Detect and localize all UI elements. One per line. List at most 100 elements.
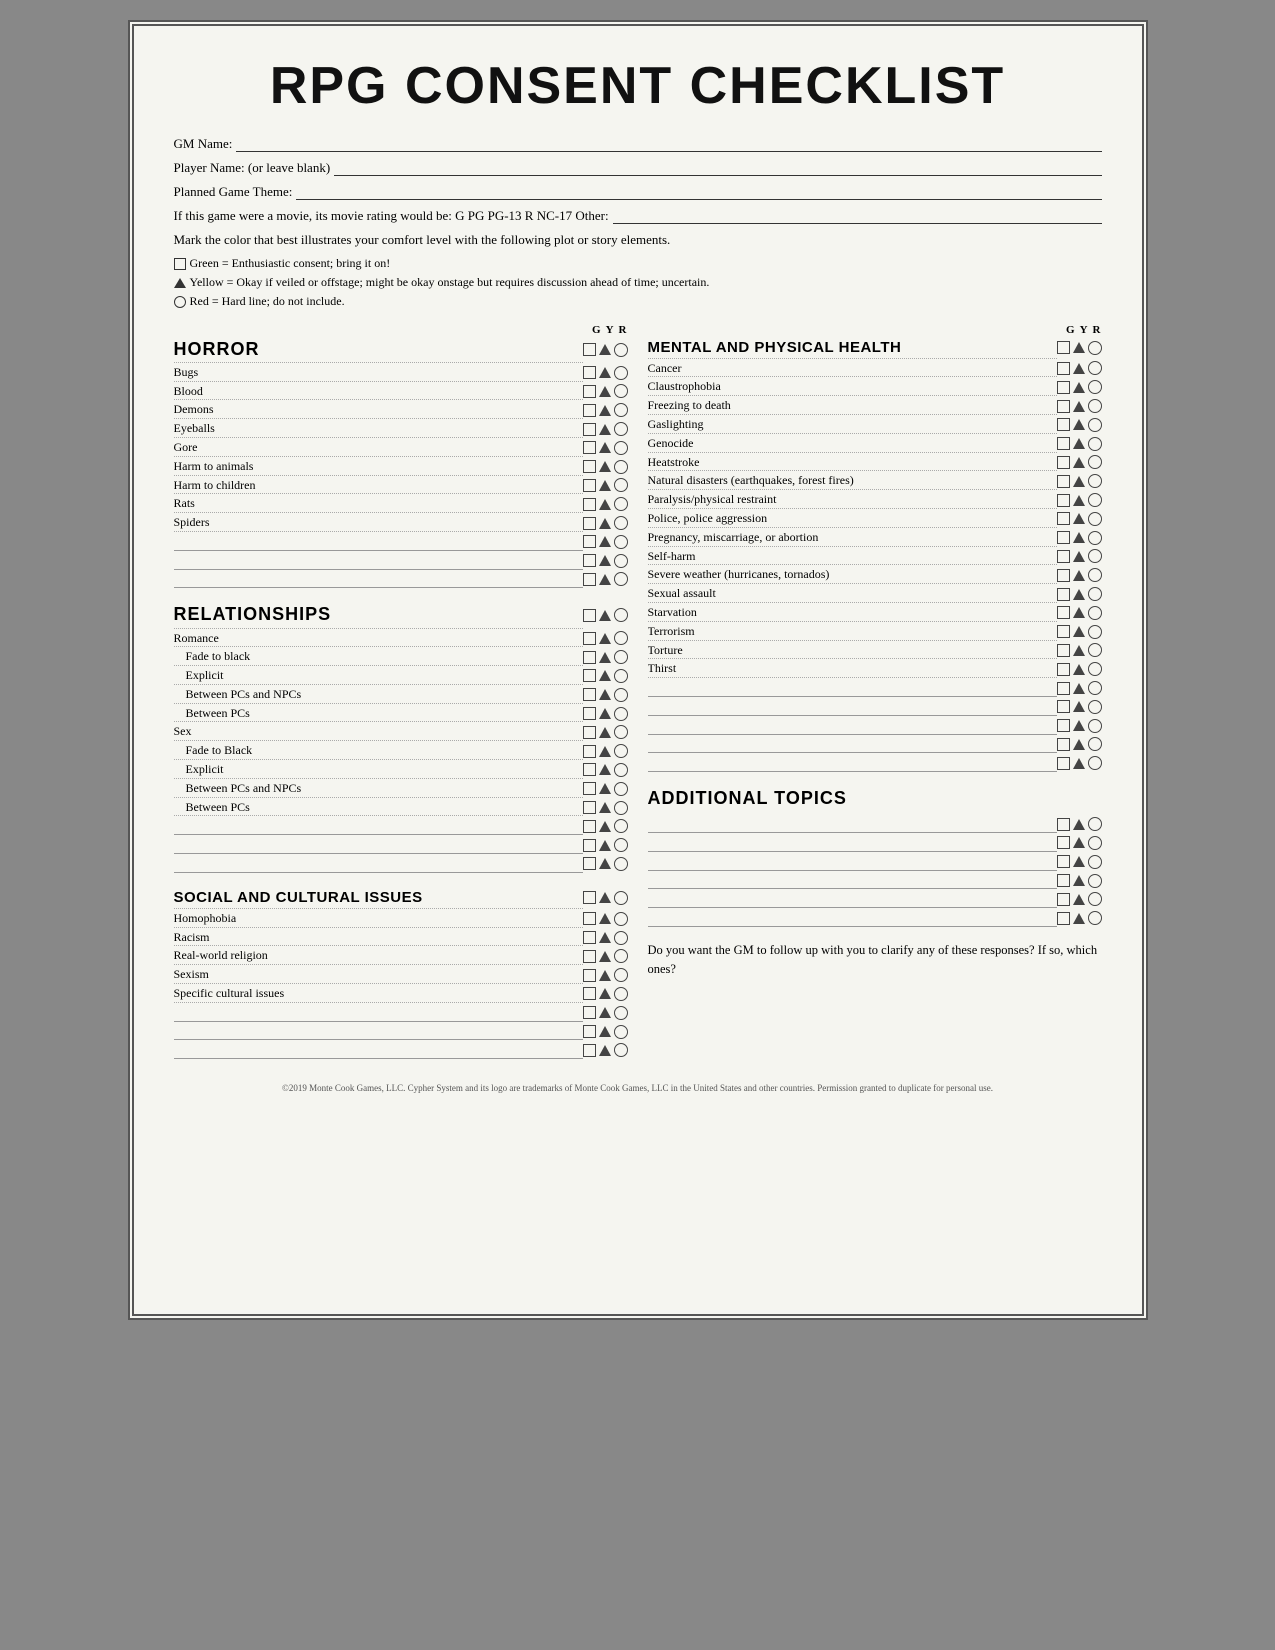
rel-blank-tri-2[interactable]	[599, 840, 611, 851]
mental-blank-cb-3[interactable]	[1057, 719, 1070, 732]
sex-pcs-npcs-circ[interactable]	[614, 782, 628, 796]
paralysis-tri[interactable]	[1073, 495, 1085, 506]
horror-blank-tri-2[interactable]	[599, 555, 611, 566]
horror-blank-cb-3[interactable]	[583, 573, 596, 586]
starvation-tri[interactable]	[1073, 607, 1085, 618]
harm-animals-tri[interactable]	[599, 461, 611, 472]
romance-tri[interactable]	[599, 633, 611, 644]
spiders-cb[interactable]	[583, 517, 596, 530]
bugs-tri[interactable]	[599, 367, 611, 378]
rel-cb[interactable]	[583, 609, 596, 622]
horror-circ[interactable]	[614, 343, 628, 357]
explicit-tri[interactable]	[599, 670, 611, 681]
horror-blank-cb-1[interactable]	[583, 535, 596, 548]
gaslighting-tri[interactable]	[1073, 419, 1085, 430]
between-pcs-tri[interactable]	[599, 708, 611, 719]
sex-explicit-tri[interactable]	[599, 764, 611, 775]
horror-blank-label-1[interactable]	[174, 533, 583, 551]
homophobia-circ[interactable]	[614, 912, 628, 926]
mental-blank-circ-3[interactable]	[1088, 719, 1102, 733]
between-pcs-circ[interactable]	[614, 707, 628, 721]
rel-blank-tri-3[interactable]	[599, 858, 611, 869]
social-blank-tri-3[interactable]	[599, 1045, 611, 1056]
sexism-cb[interactable]	[583, 969, 596, 982]
rel-blank-circ-2[interactable]	[614, 838, 628, 852]
social-circ[interactable]	[614, 891, 628, 905]
harm-children-circ[interactable]	[614, 478, 628, 492]
police-cb[interactable]	[1057, 512, 1070, 525]
social-blank-label-1[interactable]	[174, 1004, 583, 1022]
sexism-circ[interactable]	[614, 968, 628, 982]
blood-cb[interactable]	[583, 385, 596, 398]
sex-pcs-npcs-cb[interactable]	[583, 782, 596, 795]
between-pcs-npcs-cb[interactable]	[583, 688, 596, 701]
pregnancy-circ[interactable]	[1088, 531, 1102, 545]
eyeballs-circ[interactable]	[614, 422, 628, 436]
homophobia-tri[interactable]	[599, 913, 611, 924]
religion-cb[interactable]	[583, 950, 596, 963]
cancer-cb[interactable]	[1057, 362, 1070, 375]
selfharm-tri[interactable]	[1073, 551, 1085, 562]
sex-fade-tri[interactable]	[599, 746, 611, 757]
gaslighting-cb[interactable]	[1057, 418, 1070, 431]
mental-tri[interactable]	[1073, 342, 1085, 353]
social-cb[interactable]	[583, 891, 596, 904]
rel-blank-label-2[interactable]	[174, 836, 583, 854]
horror-blank-cb-2[interactable]	[583, 554, 596, 567]
mental-blank-tri-4[interactable]	[1073, 739, 1085, 750]
additional-blank-label-3[interactable]	[648, 853, 1057, 871]
sex-fade-circ[interactable]	[614, 744, 628, 758]
sex-explicit-circ[interactable]	[614, 763, 628, 777]
severe-weather-tri[interactable]	[1073, 570, 1085, 581]
explicit-cb[interactable]	[583, 669, 596, 682]
rats-cb[interactable]	[583, 498, 596, 511]
paralysis-cb[interactable]	[1057, 494, 1070, 507]
thirst-tri[interactable]	[1073, 664, 1085, 675]
natural-disasters-cb[interactable]	[1057, 475, 1070, 488]
rel-blank-circ-3[interactable]	[614, 857, 628, 871]
rats-tri[interactable]	[599, 499, 611, 510]
additional-blank-tri-3[interactable]	[1073, 856, 1085, 867]
claustrophobia-circ[interactable]	[1088, 380, 1102, 394]
romance-circ[interactable]	[614, 631, 628, 645]
sexual-assault-cb[interactable]	[1057, 588, 1070, 601]
eyeballs-cb[interactable]	[583, 423, 596, 436]
additional-blank-label-6[interactable]	[648, 909, 1057, 927]
fade-black-tri[interactable]	[599, 652, 611, 663]
rel-blank-tri-1[interactable]	[599, 821, 611, 832]
mental-blank-tri-3[interactable]	[1073, 720, 1085, 731]
mental-blank-cb-1[interactable]	[1057, 682, 1070, 695]
movie-rating-underline[interactable]	[613, 208, 1102, 224]
terrorism-circ[interactable]	[1088, 625, 1102, 639]
genocide-cb[interactable]	[1057, 437, 1070, 450]
mental-blank-cb-2[interactable]	[1057, 700, 1070, 713]
mental-blank-circ-4[interactable]	[1088, 737, 1102, 751]
additional-blank-tri-1[interactable]	[1073, 819, 1085, 830]
additional-blank-circ-1[interactable]	[1088, 817, 1102, 831]
sex-tri[interactable]	[599, 727, 611, 738]
harm-animals-circ[interactable]	[614, 460, 628, 474]
claustrophobia-tri[interactable]	[1073, 382, 1085, 393]
additional-blank-tri-2[interactable]	[1073, 837, 1085, 848]
fade-black-circ[interactable]	[614, 650, 628, 664]
gm-name-underline[interactable]	[236, 136, 1101, 152]
heatstroke-cb[interactable]	[1057, 456, 1070, 469]
blood-tri[interactable]	[599, 386, 611, 397]
additional-blank-label-4[interactable]	[648, 872, 1057, 890]
between-pcs-cb[interactable]	[583, 707, 596, 720]
horror-blank-circ-3[interactable]	[614, 572, 628, 586]
horror-blank-label-3[interactable]	[174, 571, 583, 589]
additional-blank-circ-6[interactable]	[1088, 911, 1102, 925]
racism-tri[interactable]	[599, 932, 611, 943]
sex-cb[interactable]	[583, 726, 596, 739]
demons-cb[interactable]	[583, 404, 596, 417]
game-theme-underline[interactable]	[296, 184, 1101, 200]
spiders-tri[interactable]	[599, 518, 611, 529]
spiders-circ[interactable]	[614, 516, 628, 530]
additional-blank-cb-4[interactable]	[1057, 874, 1070, 887]
rel-blank-circ-1[interactable]	[614, 819, 628, 833]
additional-blank-tri-5[interactable]	[1073, 894, 1085, 905]
sex-pcs-npcs-tri[interactable]	[599, 783, 611, 794]
rats-circ[interactable]	[614, 497, 628, 511]
fade-black-cb[interactable]	[583, 651, 596, 664]
